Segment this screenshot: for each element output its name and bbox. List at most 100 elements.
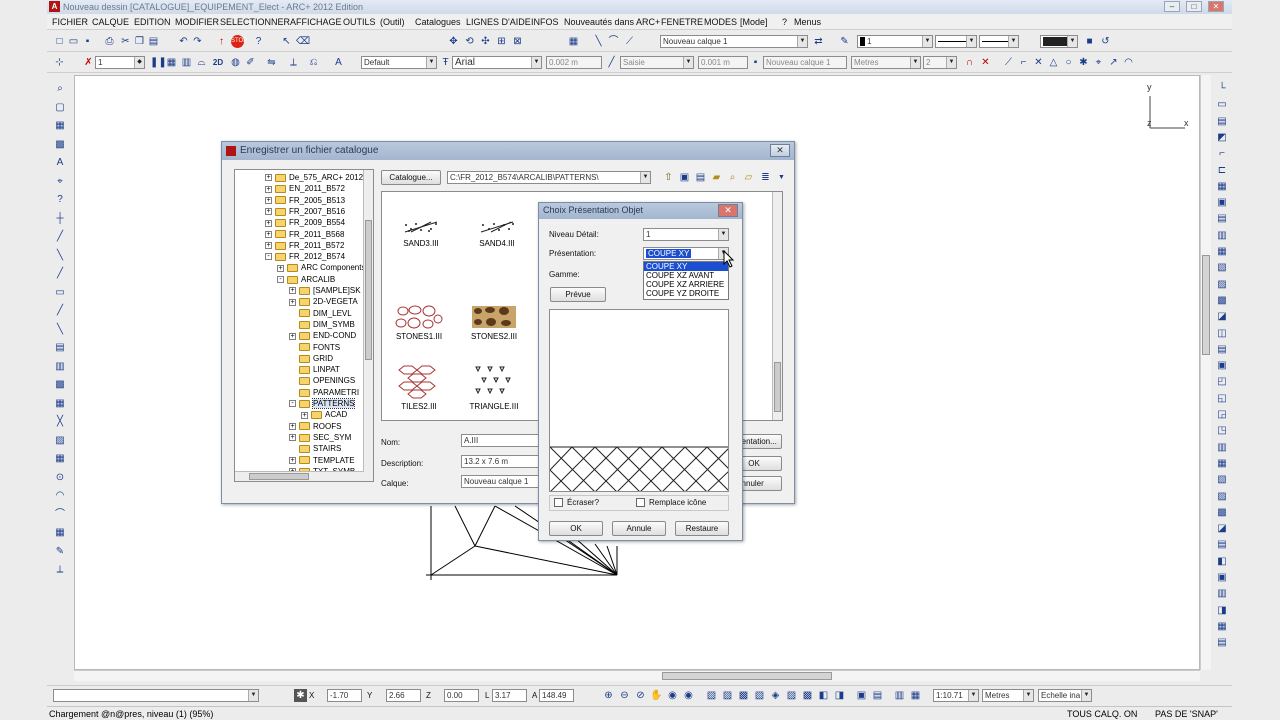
presentation-dialog-close-button[interactable]: ✕ [718,204,738,217]
door-tool-icon[interactable]: ╲ [53,323,67,336]
expand-icon[interactable]: + [289,422,296,430]
replace-icon-checkbox[interactable]: Remplace icône [636,498,706,508]
object-tool-icon[interactable]: ⊏ [1215,164,1229,177]
menu-item[interactable]: CALQUE [92,17,129,27]
trace-icon[interactable]: ⎌ [307,56,320,69]
description-field[interactable]: 13.2 x 7.6 m [461,455,541,468]
object-tool-icon[interactable]: ▨ [1215,490,1229,503]
angle-field[interactable]: 148.49 [539,689,574,702]
spline-tool-icon[interactable]: ⌒ [53,508,67,521]
presentation-option[interactable]: COUPE XZ AVANT [644,271,728,280]
object-tool-icon[interactable]: ▤ [1215,538,1229,551]
tree-item[interactable]: LINPAT [289,364,340,375]
redraw-icon[interactable]: ◉ [682,689,695,702]
tree-hscroll-thumb[interactable] [249,473,309,480]
object-tool-icon[interactable]: ◧ [1215,555,1229,568]
command-line-select[interactable]: ▼ [53,689,259,702]
expand-icon[interactable]: + [265,185,272,193]
object-tool-icon[interactable]: ▦ [1215,457,1229,470]
cut-icon[interactable]: ✂ [119,35,132,48]
tree-item[interactable]: - PATTERNS [289,398,356,409]
view-icon[interactable]: ▤ [694,171,707,184]
object-tool-icon[interactable]: ▩ [1215,506,1229,519]
measure-icon[interactable]: ⟂ [287,56,300,69]
overwrite-checkbox-box[interactable] [554,498,563,508]
dimension-icon[interactable]: ⌖ [53,175,67,188]
object-tool-icon[interactable]: ▩ [1215,294,1229,307]
object-tool-icon[interactable]: ◰ [1215,375,1229,388]
menu-item[interactable]: ? [782,17,787,27]
path-select[interactable]: C:\FR_2012_B574\ARCALIB\PATTERNS\ ▼ [447,171,651,184]
tree-item[interactable]: DIM_SYMB [289,319,355,330]
menu-item[interactable]: FICHIER [52,17,88,27]
object-tool-icon[interactable]: ◩ [1215,131,1229,144]
pen-tool-icon[interactable]: ✎ [53,545,67,558]
view-render-icon[interactable]: ▩ [801,689,814,702]
eraser-icon[interactable]: ⌫ [296,35,310,48]
catalogue-button[interactable]: Catalogue... [381,170,441,185]
tree-item[interactable]: + EN_2011_B572 [265,183,345,194]
tree-item[interactable]: GRID [289,353,333,364]
folder-icon[interactable]: ▰ [710,171,723,184]
save-icon[interactable]: ▪ [81,35,94,48]
magnet-icon[interactable]: ∩ [963,56,976,69]
select-icon[interactable]: ⌕ [53,82,67,95]
tree-item[interactable]: + [SAMPLE]SK [289,285,361,296]
vertical-scroll-thumb[interactable] [1202,255,1210,355]
object-tool-icon[interactable]: ▦ [1215,620,1229,633]
object-tool-icon[interactable]: ▥ [1215,441,1229,454]
tree-item[interactable]: PARAMETRI [289,387,359,398]
layer-select[interactable]: Nouveau calque 1 ▼ [660,35,808,48]
refresh-icon[interactable]: ◉ [666,689,679,702]
search-folder-icon[interactable]: ⌕ [726,171,739,184]
node-edit-icon[interactable]: ▢ [53,101,67,114]
snap-center-icon[interactable]: ○ [1062,56,1075,69]
object-tool-icon[interactable]: ▧ [1215,473,1229,486]
presentation-option[interactable]: COUPE YZ DROITE [644,289,728,298]
presentation-dropdown-list[interactable]: COUPE XY COUPE XZ AVANT COUPE XZ ARRIERE CO… [643,261,729,300]
window-tool-icon[interactable]: ▤ [53,341,67,354]
length-field[interactable]: 3.17 [492,689,527,702]
menu-item[interactable]: Catalogues [415,17,461,27]
level-tool-icon[interactable]: ▦ [53,452,67,465]
chevron-down-icon[interactable]: ▼ [248,690,258,701]
grid-tool-icon[interactable]: ▦ [53,526,67,539]
tree-item[interactable]: DIM_LEVL [289,308,352,319]
object-tool-icon[interactable]: ▣ [1215,571,1229,584]
fill-color-select[interactable]: ▼ [1040,35,1078,48]
expand-icon[interactable]: + [265,196,272,204]
tree-vscroll-thumb[interactable] [365,220,372,360]
tree-item[interactable]: + FR_2005_B513 [265,195,345,206]
collapse-icon[interactable]: - [289,400,296,408]
layers-icon[interactable]: ▦ [567,35,580,48]
object-tool-icon[interactable]: ▦ [1215,180,1229,193]
redo-icon[interactable]: ↷ [191,35,204,48]
snap-quadrant-icon[interactable]: ◠ [1122,56,1135,69]
new-file-icon[interactable]: □ [53,35,66,48]
zoom-out-icon[interactable]: ⊖ [618,689,631,702]
menu-item[interactable]: MODIFIER [175,17,219,27]
tree-item[interactable]: + SEC_SYM [289,432,351,443]
layer-field[interactable]: Nouveau calque 1 [461,475,541,488]
expand-icon[interactable]: + [265,208,272,216]
tree-item[interactable]: OPENINGS [289,375,355,386]
chevron-down-icon[interactable]: ▼ [531,57,541,68]
units-select-bottom[interactable]: Metres ▼ [982,689,1034,702]
select-arrow-icon[interactable]: ↖ [280,35,293,48]
rotate-icon[interactable]: ⟲ [463,35,476,48]
object-tool-icon[interactable]: ▨ [1215,278,1229,291]
color-select[interactable]: 1 ▼ [857,35,933,48]
chevron-down-icon[interactable]: ▼ [640,172,650,183]
tree-item[interactable]: FONTS [289,342,340,353]
object-tool-icon[interactable]: ⌐ [1215,147,1229,160]
tree-item[interactable]: + ARC Components [277,262,365,273]
new-folder-icon[interactable]: ▣ [678,171,691,184]
measure-tool-icon[interactable]: ⟂ [53,563,67,576]
rectangle-tool-icon[interactable]: ╱ [53,267,67,280]
decimals-select[interactable]: 2 ▼ [923,56,957,69]
layer-icon[interactable]: ▦ [53,119,67,132]
view-shade-icon[interactable]: ◧ [817,689,830,702]
scale-select[interactable]: 1:10.71 ▼ [933,689,979,702]
hatch-icon[interactable]: ▥ [180,56,193,69]
coord-mode-icon[interactable]: ✱ [294,689,307,702]
